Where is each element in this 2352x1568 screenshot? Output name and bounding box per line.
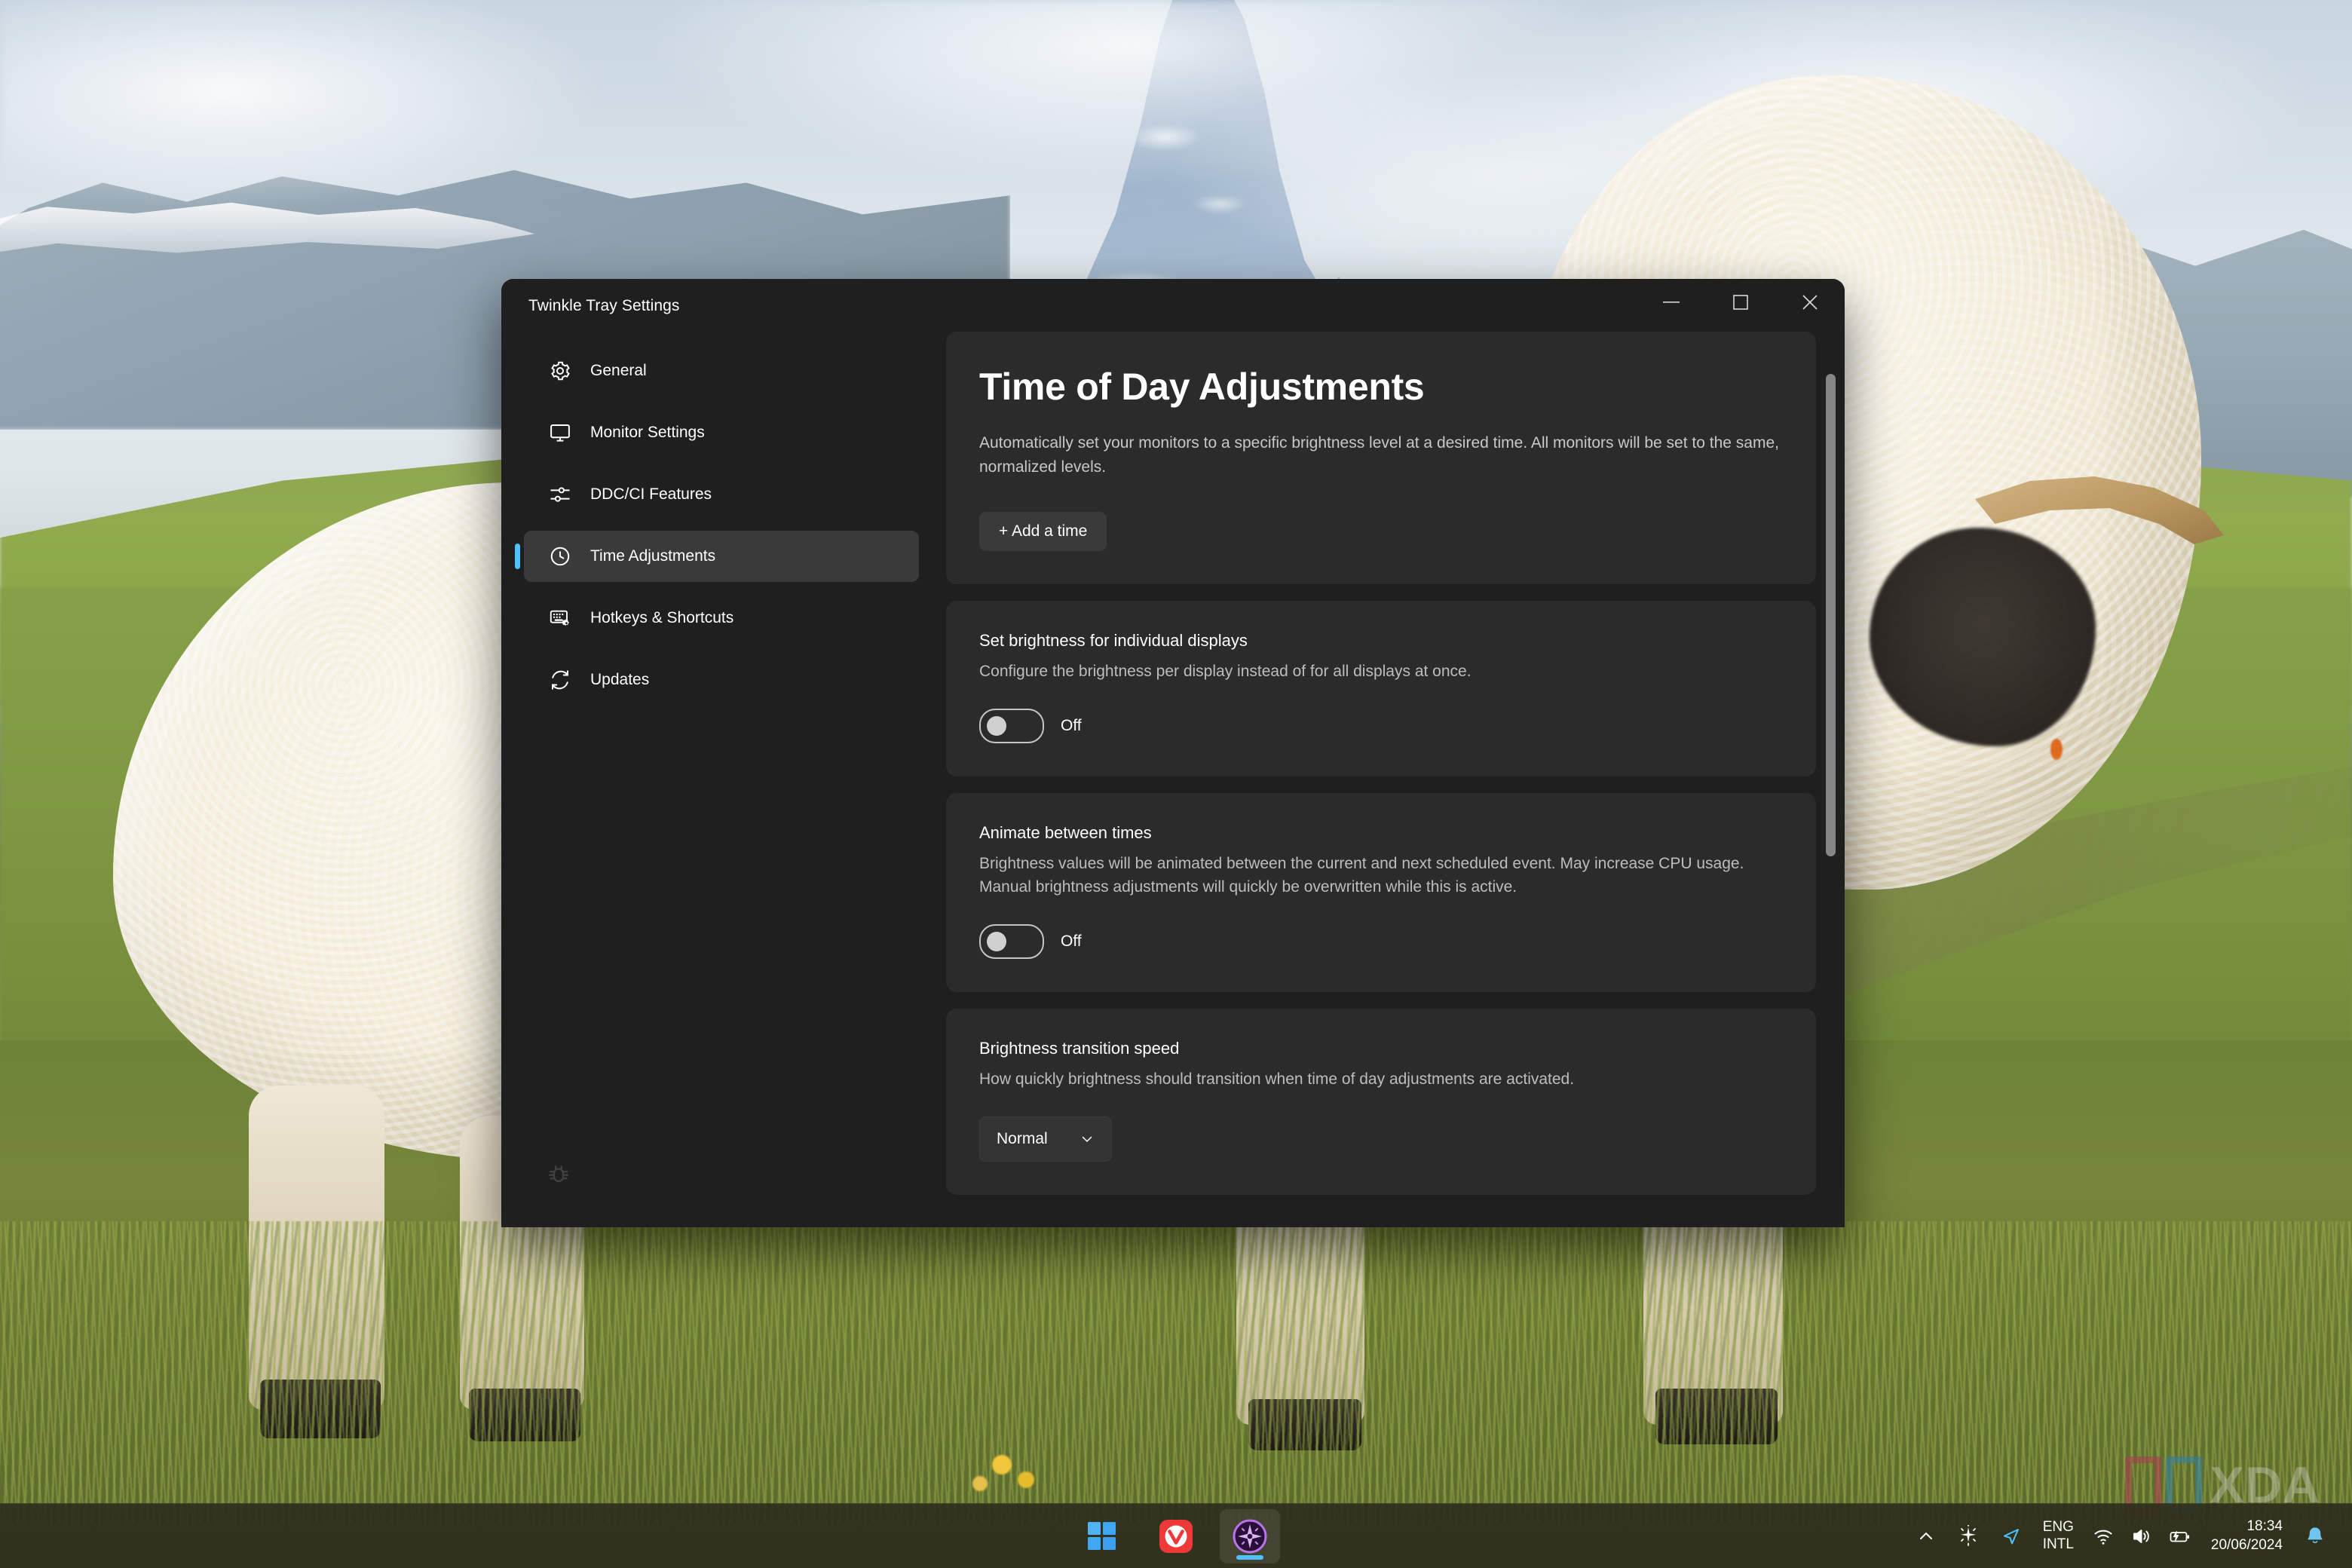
- twinkle-tray-app-button[interactable]: [1220, 1508, 1280, 1563]
- desktop: XDA Twinkle Tray Settings General Monito…: [0, 0, 2352, 1568]
- individual-displays-toggle[interactable]: [979, 709, 1044, 744]
- notifications-button[interactable]: [2295, 1514, 2335, 1559]
- windows-taskbar: ENG INTL 18:34 20/06/2024: [0, 1503, 2352, 1568]
- sidebar-label: General: [590, 362, 647, 379]
- wallpaper-flower: [1018, 1472, 1034, 1488]
- setting-description: Brightness values will be animated betwe…: [979, 855, 1744, 896]
- start-button[interactable]: [1072, 1509, 1132, 1563]
- sidebar-item-updates[interactable]: Updates: [524, 654, 919, 706]
- wallpaper-flower: [972, 1476, 988, 1491]
- sidebar-label: Hotkeys & Shortcuts: [590, 609, 734, 626]
- minimize-button[interactable]: [1637, 279, 1706, 326]
- twinkle-tray-settings-window: Twinkle Tray Settings General Monitor Se…: [501, 279, 1845, 1227]
- page-title: Time of Day Adjustments: [979, 366, 1425, 408]
- sidebar-item-hotkeys-shortcuts[interactable]: Hotkeys & Shortcuts: [524, 593, 919, 644]
- maximize-button[interactable]: [1706, 279, 1775, 326]
- sidebar-item-ddcci-features[interactable]: DDC/CI Features: [524, 469, 919, 520]
- card-individual-displays: Set brightness for individual displays C…: [946, 601, 1816, 777]
- scrollbar-thumb[interactable]: [1826, 374, 1836, 856]
- toggle-state-label: Off: [1061, 933, 1082, 951]
- show-hidden-icons-button[interactable]: [1906, 1514, 1946, 1559]
- animate-between-times-toggle[interactable]: [979, 924, 1044, 960]
- volume-icon: [2130, 1525, 2152, 1548]
- battery-button[interactable]: [2160, 1514, 2199, 1559]
- setting-title: Set brightness for individual displays: [979, 631, 1248, 650]
- page-description: Automatically set your monitors to a spe…: [979, 434, 1779, 476]
- toggle-row: Off: [979, 709, 1783, 744]
- close-button[interactable]: [1775, 279, 1845, 326]
- clock-date: 20/06/2024: [2210, 1536, 2283, 1553]
- content-scrollbar[interactable]: [1822, 332, 1839, 1227]
- card-animate-between-times: Animate between times Brightness values …: [946, 793, 1816, 993]
- select-value: Normal: [997, 1130, 1048, 1148]
- twinkle-tray-icon: [1233, 1519, 1267, 1554]
- setting-description: Configure the brightness per display ins…: [979, 663, 1472, 680]
- windows-logo-icon: [1087, 1521, 1117, 1551]
- card-time-of-day: Time of Day Adjustments Automatically se…: [946, 332, 1816, 584]
- vivaldi-app-button[interactable]: [1146, 1509, 1206, 1563]
- clock-and-date[interactable]: 18:34 20/06/2024: [2199, 1517, 2295, 1554]
- setting-title: Animate between times: [979, 823, 1152, 843]
- taskbar-app-group: [1072, 1508, 1280, 1563]
- chevron-down-icon: [1080, 1132, 1095, 1147]
- window-title: Twinkle Tray Settings: [528, 297, 680, 314]
- system-tray: ENG INTL 18:34 20/06/2024: [1906, 1504, 2335, 1568]
- toggle-knob: [987, 716, 1006, 737]
- twinkle-tray-tray-icon: [1957, 1524, 1980, 1548]
- language-indicator[interactable]: ENG INTL: [2032, 1519, 2084, 1553]
- window-titlebar[interactable]: Twinkle Tray Settings: [501, 279, 1845, 332]
- location-arrow-icon: [2001, 1526, 2022, 1547]
- refresh-icon: [547, 666, 574, 694]
- keyboard-icon: [547, 605, 574, 632]
- sidebar-label: DDC/CI Features: [590, 485, 712, 503]
- window-controls: [1637, 279, 1845, 326]
- clock-icon: [547, 543, 574, 570]
- sidebar-item-monitor-settings[interactable]: Monitor Settings: [524, 407, 919, 458]
- language-code-top: ENG: [2042, 1519, 2074, 1536]
- settings-content: Time of Day Adjustments Automatically se…: [946, 332, 1845, 1227]
- battery-charging-icon: [2167, 1525, 2191, 1548]
- network-button[interactable]: [2084, 1514, 2122, 1559]
- sidebar-item-general[interactable]: General: [524, 345, 919, 397]
- card-brightness-transition-speed: Brightness transition speed How quickly …: [946, 1009, 1816, 1196]
- wallpaper-flower: [2050, 739, 2063, 760]
- clock-time: 18:34: [2246, 1517, 2283, 1534]
- toggle-row: Off: [979, 924, 1783, 960]
- bug-icon[interactable]: [545, 1161, 572, 1188]
- monitor-icon: [547, 419, 574, 446]
- sidebar-label: Time Adjustments: [590, 547, 716, 565]
- sidebar-label: Updates: [590, 671, 650, 688]
- settings-sidebar: General Monitor Settings DDC/CI Features…: [501, 332, 946, 1227]
- location-button[interactable]: [1990, 1514, 2032, 1559]
- setting-title: Brightness transition speed: [979, 1039, 1180, 1058]
- toggle-state-label: Off: [1061, 717, 1082, 735]
- language-code-bottom: INTL: [2042, 1536, 2074, 1552]
- sidebar-item-time-adjustments[interactable]: Time Adjustments: [524, 531, 919, 582]
- toggle-knob: [987, 932, 1006, 952]
- sidebar-label: Monitor Settings: [590, 424, 705, 441]
- wifi-icon: [2092, 1525, 2115, 1548]
- bell-icon: [2304, 1525, 2326, 1548]
- setting-description: How quickly brightness should transition…: [979, 1070, 1575, 1089]
- vivaldi-icon: [1159, 1519, 1193, 1553]
- volume-button[interactable]: [2122, 1514, 2160, 1559]
- sliders-icon: [547, 481, 574, 508]
- add-a-time-button[interactable]: + Add a time: [979, 512, 1107, 551]
- twinkle-tray-tray-button[interactable]: [1946, 1514, 1990, 1559]
- brightness-transition-speed-select[interactable]: Normal: [979, 1116, 1112, 1162]
- chevron-up-icon: [1916, 1527, 1936, 1546]
- wallpaper-grass: [0, 1221, 2352, 1523]
- window-body: General Monitor Settings DDC/CI Features…: [501, 332, 1845, 1227]
- gear-icon: [547, 357, 574, 384]
- wallpaper-flower: [992, 1455, 1012, 1475]
